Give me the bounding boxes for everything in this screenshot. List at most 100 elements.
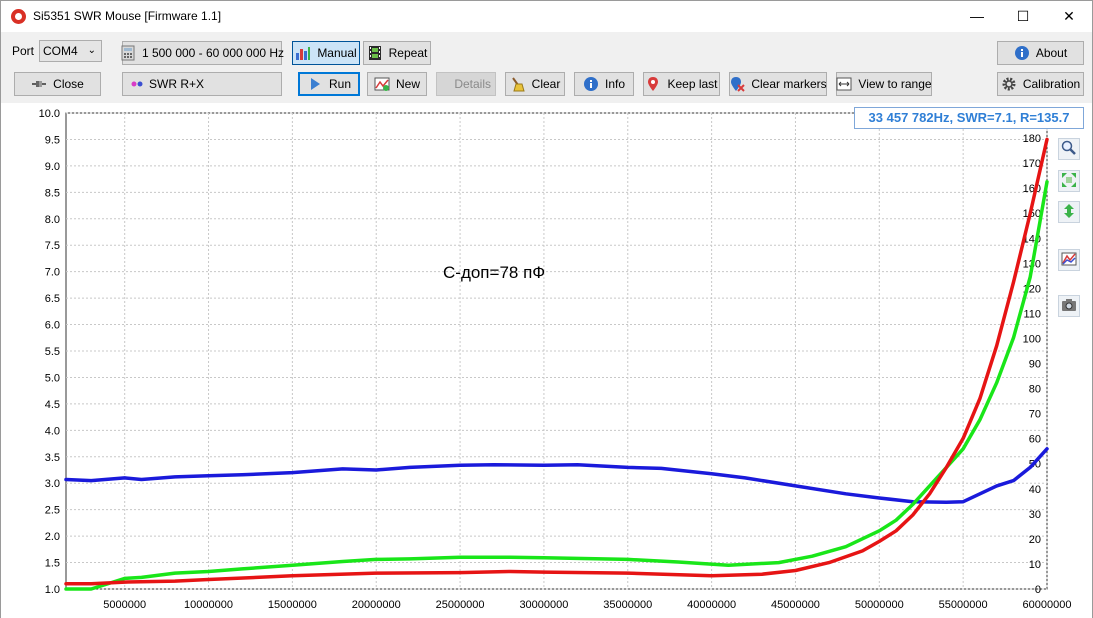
vertical-scale-tool-button[interactable] [1058, 201, 1080, 223]
y-left-tick-label: 5.0 [45, 372, 60, 384]
y-right-tick-label: 100 [1023, 333, 1041, 345]
y-left-tick-label: 8.0 [45, 214, 60, 226]
maximize-button[interactable]: ☐ [1000, 1, 1046, 32]
info-label: Info [604, 77, 625, 91]
chart-icon [1061, 251, 1077, 270]
swr-chart[interactable]: 1.0 1.5 2.0 2.5 3.0 3.5 4.0 4.5 5.0 5.5 6.0 6.5 7.0 7… [1, 103, 1092, 618]
new-label: New [395, 77, 420, 91]
y-right-tick-label: 80 [1029, 384, 1041, 396]
y-left-tick-label: 4.0 [45, 425, 60, 437]
y-left-tick-label: 1.0 [45, 584, 60, 596]
y-right-tick-label: 60 [1029, 434, 1041, 446]
x-tick-label: 50000000 [855, 599, 904, 611]
clear-markers-icon [729, 76, 746, 92]
screenshot-tool-button[interactable] [1058, 295, 1080, 317]
repeat-label: Repeat [388, 46, 428, 60]
new-button[interactable]: New [367, 72, 427, 96]
fit-icon [1061, 172, 1077, 191]
clear-button[interactable]: Clear [505, 72, 565, 96]
y-right-tick-label: 20 [1029, 534, 1041, 546]
zoom-tool-button[interactable] [1058, 138, 1080, 160]
vertical-scale-icon [1061, 203, 1077, 222]
y-left-tick-label: 7.5 [45, 240, 60, 252]
fit-tool-button[interactable] [1058, 170, 1080, 192]
x-tick-label: 40000000 [687, 599, 736, 611]
run-label: Run [328, 77, 351, 91]
pin-icon [645, 76, 661, 92]
y-left-tick-label: 6.0 [45, 320, 60, 332]
details-button[interactable]: Details [436, 72, 496, 96]
film-icon [367, 45, 383, 61]
dots-icon [131, 76, 143, 92]
about-button[interactable]: About [997, 41, 1084, 65]
new-chart-icon [374, 76, 390, 92]
chevron-down-icon: ⌄ [87, 45, 96, 56]
calibration-button[interactable]: Calibration [997, 72, 1084, 96]
y-left-tick-label: 4.5 [45, 399, 60, 411]
chart-panel[interactable]: 1.0 1.5 2.0 2.5 3.0 3.5 4.0 4.5 5.0 5.5 6.0 6.5 7.0 7… [1, 103, 1092, 618]
clear-markers-button[interactable]: Clear markers [729, 72, 827, 96]
x-tick-label: 55000000 [939, 599, 988, 611]
chart-tool-button[interactable] [1058, 249, 1080, 271]
x-tick-label: 5000000 [103, 599, 146, 611]
y-left-tick-label: 9.5 [45, 134, 60, 146]
y-right-tick-label: 10 [1029, 559, 1041, 571]
info-icon [1014, 45, 1030, 61]
x-tick-label: 10000000 [184, 599, 233, 611]
clear-markers-label: Clear markers [751, 77, 827, 91]
bar-chart-icon [295, 45, 311, 61]
view-range-icon [836, 76, 852, 92]
x-tick-label: 60000000 [1023, 599, 1072, 611]
y-right-tick-label: 90 [1029, 359, 1041, 371]
y-right-tick-label: 40 [1029, 484, 1041, 496]
about-label: About [1035, 46, 1068, 60]
y-left-tick-label: 7.0 [45, 267, 60, 279]
x-tick-label: 45000000 [771, 599, 820, 611]
minimize-button[interactable]: — [954, 1, 1000, 32]
broom-icon [510, 76, 526, 92]
keep-last-label: Keep last [667, 77, 718, 91]
zoom-icon [1061, 140, 1077, 159]
y-right-tick-label: 110 [1023, 308, 1041, 320]
keep-last-button[interactable]: Keep last [643, 72, 720, 96]
y-right-tick-label: 30 [1029, 509, 1041, 521]
calibration-label: Calibration [1022, 77, 1081, 91]
x-tick-label: 25000000 [436, 599, 485, 611]
port-label: Port [12, 44, 35, 58]
close-window-button[interactable]: ✕ [1046, 1, 1092, 32]
close-button[interactable]: Close [14, 72, 101, 96]
y-left-tick-label: 2.0 [45, 531, 60, 543]
repeat-button[interactable]: Repeat [363, 41, 431, 65]
info-button[interactable]: Info [574, 72, 634, 96]
y-left-tick-label: 5.5 [45, 346, 60, 358]
y-left-tick-label: 1.5 [45, 558, 60, 570]
port-value: COM4 [43, 44, 78, 58]
x-tick-label: 35000000 [603, 599, 652, 611]
manual-label: Manual [317, 46, 357, 60]
x-tick-label: 20000000 [352, 599, 401, 611]
title-bar: Si5351 SWR Mouse [Firmware 1.1] — ☐ ✕ [1, 1, 1092, 32]
y-left-tick-label: 6.5 [45, 293, 60, 305]
info-icon [583, 76, 599, 92]
gear-icon [1001, 76, 1017, 92]
y-right-tick-label: 170 [1023, 158, 1041, 170]
camera-icon [1061, 297, 1077, 316]
app-window: Si5351 SWR Mouse [Firmware 1.1] — ☐ ✕ Po… [0, 0, 1093, 618]
app-logo-icon [11, 9, 26, 24]
view-to-range-label: View to range [858, 77, 932, 91]
details-label: Details [454, 77, 491, 91]
y-right-tick-label: 0 [1035, 584, 1041, 596]
chart-annotation: С-доп=78 пФ [443, 263, 546, 282]
y-left-tick-label: 10.0 [39, 108, 60, 120]
view-to-range-button[interactable]: View to range [836, 72, 932, 96]
calculator-icon [120, 45, 136, 61]
run-button[interactable]: Run [298, 72, 360, 96]
port-dropdown[interactable]: COM4 ⌄ [39, 40, 102, 62]
close-label: Close [53, 77, 84, 91]
y-right-tick-label: 70 [1029, 409, 1041, 421]
marker-readout: 33 457 782Hz, SWR=7.1, R=135.7 [854, 107, 1084, 129]
x-tick-label: 30000000 [519, 599, 568, 611]
mode-button[interactable]: SWR R+X [122, 72, 282, 96]
manual-button[interactable]: Manual [292, 41, 360, 65]
frequency-range-button[interactable]: 1 500 000 - 60 000 000 Hz [120, 41, 284, 65]
